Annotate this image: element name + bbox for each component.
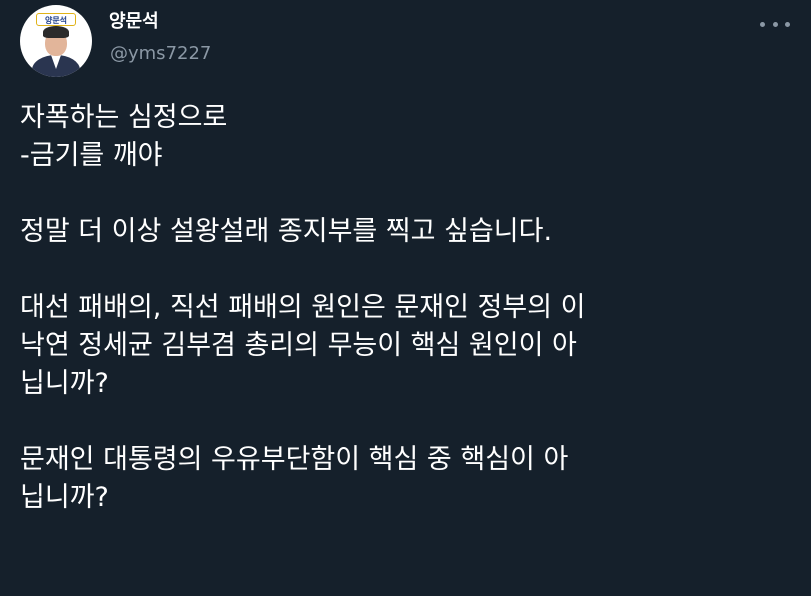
author-display-name[interactable]: 양문석 bbox=[109, 10, 159, 34]
avatar-hair bbox=[43, 26, 69, 38]
tweet-text-line: 낙연 정세균 김부겸 총리의 무능이 핵심 원인이 아 bbox=[20, 330, 577, 361]
tweet-text-line: 정말 더 이상 설왕설래 종지부를 찍고 싶습니다. bbox=[20, 216, 553, 247]
more-horizontal-icon bbox=[760, 21, 765, 27]
avatar[interactable]: 양문석 bbox=[20, 5, 92, 77]
tweet-text-line: -금기를 깨야 bbox=[20, 140, 163, 171]
avatar-name-badge: 양문석 bbox=[36, 13, 76, 26]
more-options-button[interactable] bbox=[760, 14, 790, 34]
more-horizontal-icon bbox=[785, 21, 790, 27]
tweet-text-line: 닙니까? bbox=[20, 482, 109, 513]
tweet-text-line: 대선 패배의, 직선 패배의 원인은 문재인 정부의 이 bbox=[20, 292, 586, 323]
tweet-text-line: 자폭하는 심정으로 bbox=[20, 102, 228, 133]
tweet-text-line: 닙니까? bbox=[20, 368, 109, 399]
tweet: 양문석 양문석 @yms7227 자폭하는 심정으로 -금기를 깨야 정말 더 … bbox=[0, 0, 811, 596]
more-horizontal-icon bbox=[772, 21, 778, 27]
tweet-text: 자폭하는 심정으로 -금기를 깨야 정말 더 이상 설왕설래 종지부를 찍고 싶… bbox=[20, 99, 805, 517]
author-handle[interactable]: @yms7227 bbox=[110, 42, 211, 66]
tweet-text-line: 문재인 대통령의 우유부단함이 핵심 중 핵심이 아 bbox=[20, 444, 569, 475]
